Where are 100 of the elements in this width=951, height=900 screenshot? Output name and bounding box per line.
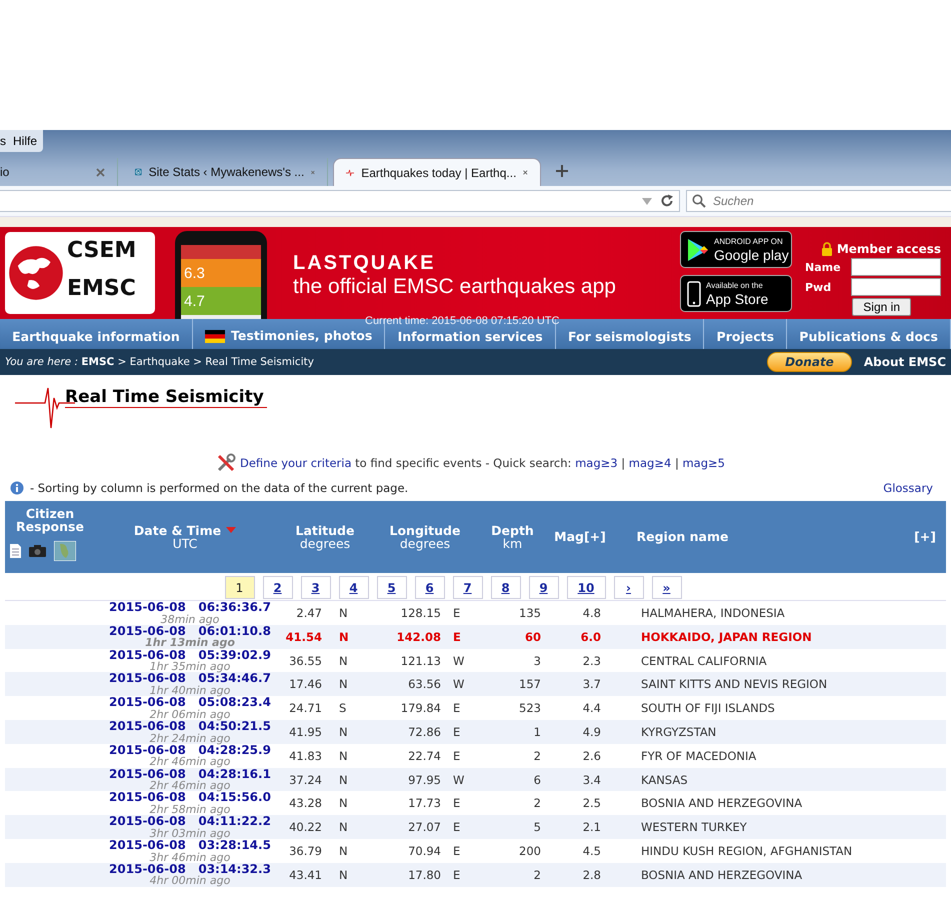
date-time-cell[interactable]: 2015-06-08 06:36:36.7 38min ago	[105, 601, 275, 626]
region-cell-text: BOSNIA AND HERZEGOVINA	[640, 868, 804, 882]
page-link[interactable]: »	[652, 576, 682, 599]
nav-menu-item[interactable]: Information services	[394, 330, 547, 343]
logo[interactable]: CSEM EMSC	[5, 232, 155, 314]
region-cell-text: HINDU KUSH REGION, AFGHANISTAN	[640, 844, 854, 858]
nav-menu-item[interactable]: Publications & docs	[795, 330, 942, 343]
store-badge[interactable]: Available on the App Store	[680, 275, 792, 312]
document-icon[interactable]	[10, 544, 21, 558]
menu-item[interactable]: Hilfe	[13, 134, 38, 148]
latitude-direction-cell-text: N	[338, 630, 350, 644]
column-header[interactable]: Region name	[610, 501, 755, 573]
longitude-cell-text: 97.95	[407, 772, 441, 787]
longitude-cell-text: 121.13	[400, 654, 441, 668]
nav-menu-item[interactable]: Projects	[712, 330, 778, 343]
column-header[interactable]: Mag[+]	[550, 501, 610, 573]
latitude-direction-cell-text: N	[338, 772, 349, 787]
depth-cell-text: 157	[518, 677, 541, 692]
page-link[interactable]: ›	[614, 576, 644, 599]
magnitude-cell-text: 2.5	[582, 796, 601, 810]
region-cell-text: BOSNIA AND HERZEGOVINA	[640, 796, 804, 810]
date-time-cell[interactable]: 2015-06-08 04:28:25.9 2hr 46min ago	[105, 744, 275, 768]
sign-in-button[interactable]: Sign in	[852, 298, 911, 316]
date-time-cell[interactable]: 2015-06-08 05:39:02.9 1hr 35min ago	[105, 648, 275, 673]
define-criteria-link[interactable]: Define your criteria	[240, 456, 352, 470]
map-icon[interactable]	[54, 541, 76, 562]
close-icon[interactable]	[523, 168, 528, 177]
reload-icon[interactable]	[660, 194, 674, 208]
date-time-cell[interactable]: 2015-06-08 05:34:46.7 1hr 40min ago	[105, 672, 275, 697]
region-cell-text: CENTRAL CALIFORNIA	[640, 654, 768, 668]
store-badge[interactable]: ANDROID APP ON Google play	[680, 231, 792, 268]
date-time-cell[interactable]: 2015-06-08 04:15:56.0 2hr 58min ago	[105, 791, 275, 816]
latitude-cell-text: 17.46	[288, 677, 322, 692]
longitude-direction-cell-text: E	[452, 606, 462, 620]
glossary-link[interactable]: Glossary	[883, 481, 946, 495]
page-link[interactable]: 6	[414, 576, 444, 599]
date-time-cell[interactable]: 2015-06-08 04:50:21.5 2hr 24min ago	[105, 720, 275, 744]
phone-icon	[687, 280, 701, 306]
search-field[interactable]: Suchen	[686, 190, 951, 212]
plus-icon[interactable]	[556, 165, 568, 177]
page-link[interactable]: 4	[338, 576, 368, 599]
password-field[interactable]	[851, 278, 941, 296]
latitude-cell-text: 41.83	[288, 748, 322, 763]
quick-search-link[interactable]: mag≥4	[628, 456, 672, 470]
camera-icon[interactable]	[29, 545, 46, 558]
info-icon	[10, 481, 24, 495]
donate-button[interactable]: Donate	[767, 352, 852, 372]
date-time-cell[interactable]: 2015-06-08 04:28:16.1 2hr 46min ago	[105, 768, 275, 792]
field-label: Pwd	[805, 280, 832, 294]
depth-cell-text: 523	[518, 701, 541, 716]
about-link[interactable]: About EMSC	[864, 355, 946, 369]
date-time-cell[interactable]: 2015-06-08 03:28:14.5 3hr 46min ago	[105, 838, 275, 864]
page-link[interactable]: 1	[224, 576, 254, 599]
date-time-cell[interactable]: 2015-06-08 05:08:23.4 2hr 06min ago	[105, 696, 275, 720]
column-header[interactable]: Latitude degrees	[275, 501, 375, 573]
page-link[interactable]: 10	[566, 576, 606, 599]
magnitude-cell-text: 3.4	[582, 772, 601, 787]
depth-cell-text: 60	[524, 630, 541, 644]
column-header[interactable]: Depth km	[475, 501, 550, 573]
nav-menu-item[interactable]: Testimonies, photos	[201, 330, 376, 343]
page-link[interactable]: 9	[528, 576, 558, 599]
latitude-direction-cell-text: N	[338, 725, 349, 740]
magnitude-cell-text: 3.7	[582, 677, 601, 692]
magnitude-cell-text: 2.8	[582, 868, 601, 882]
column-header[interactable]: Citizen Response	[5, 507, 95, 534]
depth-cell-text: 2	[532, 748, 541, 763]
column-header[interactable]: Longitude degrees	[375, 501, 475, 573]
region-cell-text: HOKKAIDO, JAPAN REGION	[640, 630, 813, 644]
page-link[interactable]: 3	[300, 576, 330, 599]
date-time-cell[interactable]: 2015-06-08 06:01:10.8 1hr 13min ago	[105, 624, 275, 649]
nav-menu-item[interactable]: Earthquake information	[8, 330, 184, 343]
column-header[interactable]: Date & Time UTC	[95, 501, 275, 573]
depth-cell-text: 2	[532, 868, 541, 882]
magnitude-cell-text: 2.1	[582, 820, 601, 834]
dropdown-icon[interactable]	[642, 198, 652, 204]
member-access-title: Member access	[836, 242, 941, 256]
date-time-cell[interactable]: 2015-06-08 03:14:32.3 4hr 00min ago	[105, 862, 275, 887]
quick-search-link[interactable]: mag≥5	[682, 456, 725, 470]
page-link[interactable]: 2	[262, 576, 292, 599]
page-link[interactable]: 5	[376, 576, 406, 599]
column-header[interactable]: [+]	[755, 501, 946, 573]
longitude-direction-cell-text: E	[452, 844, 462, 858]
page-link[interactable]: 8	[490, 576, 520, 599]
depth-cell-text: 6	[532, 772, 541, 787]
name-field[interactable]	[851, 258, 941, 276]
page-link[interactable]: 7	[452, 576, 482, 599]
breadcrumb: You are here : EMSC > Earthquake > Real Time Seismicity	[5, 356, 314, 368]
quick-search-link[interactable]: mag≥3	[575, 456, 618, 470]
german-flag-icon	[205, 330, 226, 343]
magnitude-value: 6.3	[184, 264, 205, 282]
browser-tab[interactable]: Earthquakes today | Earthq...	[333, 158, 541, 186]
menu-item[interactable]: s	[0, 134, 6, 148]
latitude-direction-cell-text: N	[338, 796, 349, 810]
nav-menu-item[interactable]: For seismologists	[564, 330, 696, 343]
magnitude-cell-text: 4.4	[582, 701, 601, 716]
date-time-cell[interactable]: 2015-06-08 04:11:22.2 3hr 03min ago	[105, 815, 275, 840]
longitude-direction-cell-text: E	[452, 630, 462, 644]
field-label: Name	[805, 260, 841, 274]
close-icon[interactable]	[96, 168, 105, 176]
longitude-direction-cell-text: E	[452, 748, 462, 763]
